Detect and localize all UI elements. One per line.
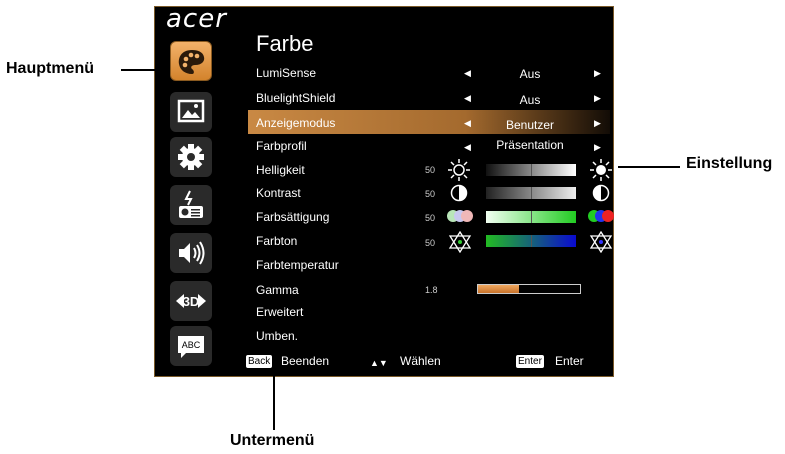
row-kontrast[interactable]: Kontrast bbox=[256, 186, 301, 200]
left-arrow-icon[interactable]: ◀ bbox=[464, 66, 471, 80]
left-arrow-icon[interactable]: ◀ bbox=[464, 140, 471, 154]
hexagram-icon bbox=[589, 231, 613, 253]
row-farbton[interactable]: Farbton bbox=[256, 234, 297, 248]
gamma-number: 1.8 bbox=[425, 285, 438, 295]
projector-power-icon bbox=[179, 190, 203, 218]
tab-management[interactable] bbox=[170, 185, 212, 225]
helligkeit-number: 50 bbox=[425, 165, 436, 175]
kontrast-slider[interactable] bbox=[486, 187, 576, 199]
lumisense-value: Aus bbox=[519, 67, 541, 81]
enter-label: Enter bbox=[555, 354, 584, 368]
farbsaettigung-number: 50 bbox=[425, 213, 436, 223]
callout-line-main-menu bbox=[121, 69, 167, 71]
right-arrow-icon[interactable]: ▶ bbox=[594, 116, 601, 130]
gear-icon bbox=[178, 144, 204, 170]
callout-line-setting bbox=[618, 166, 680, 168]
back-label: Beenden bbox=[281, 354, 330, 368]
contrast-icon bbox=[450, 184, 468, 202]
right-arrow-icon[interactable]: ▶ bbox=[594, 66, 601, 80]
helligkeit-slider[interactable] bbox=[486, 164, 576, 176]
brand-logo: acer bbox=[166, 4, 227, 34]
callout-main-menu: Hauptmenü bbox=[6, 60, 94, 77]
menu-title: Farbe bbox=[256, 31, 314, 56]
color-circles-icon bbox=[588, 210, 614, 222]
select-label: Wählen bbox=[400, 354, 441, 368]
sun-filled-icon bbox=[590, 159, 612, 181]
tab-settings[interactable] bbox=[170, 137, 212, 177]
color-circles-pale-icon bbox=[447, 210, 473, 222]
up-down-arrows-icon: ▲▼ bbox=[370, 358, 388, 368]
anzeigemodus-value: Benutzer bbox=[505, 118, 555, 132]
3d-label: 3D bbox=[183, 294, 200, 309]
left-arrow-icon[interactable]: ◀ bbox=[464, 91, 471, 105]
row-anzeigemodus[interactable]: Anzeigemodus bbox=[256, 116, 335, 130]
row-gamma[interactable]: Gamma bbox=[256, 283, 299, 297]
farbsaettigung-slider[interactable] bbox=[486, 211, 576, 223]
row-umben[interactable]: Umben. bbox=[256, 329, 298, 343]
tab-3d[interactable]: 3D bbox=[170, 281, 212, 321]
left-arrow-icon[interactable]: ◀ bbox=[464, 116, 471, 130]
row-erweitert[interactable]: Erweitert bbox=[256, 305, 303, 319]
bluelightshield-value: Aus bbox=[519, 93, 541, 107]
row-farbsaettigung[interactable]: Farbsättigung bbox=[256, 210, 329, 224]
right-arrow-icon[interactable]: ▶ bbox=[594, 91, 601, 105]
tab-image[interactable] bbox=[170, 92, 212, 132]
tab-color[interactable] bbox=[170, 41, 212, 81]
row-bluelightshield[interactable]: BluelightShield bbox=[256, 91, 335, 105]
hexagram-icon bbox=[448, 231, 472, 253]
row-farbtemperatur[interactable]: Farbtemperatur bbox=[256, 258, 339, 272]
contrast-icon bbox=[592, 184, 610, 202]
gamma-slider[interactable] bbox=[477, 284, 581, 294]
speaker-icon bbox=[179, 241, 205, 265]
farbton-number: 50 bbox=[425, 238, 436, 248]
enter-key[interactable]: Enter bbox=[516, 355, 544, 368]
palette-icon bbox=[178, 50, 205, 74]
language-icon: ABC bbox=[178, 336, 204, 358]
back-key[interactable]: Back bbox=[246, 355, 273, 368]
farbton-slider[interactable] bbox=[486, 235, 576, 247]
image-icon bbox=[177, 99, 205, 123]
row-farbprofil[interactable]: Farbprofil bbox=[256, 139, 307, 153]
callout-submenu: Untermenü bbox=[230, 432, 315, 449]
language-label: ABC bbox=[182, 340, 201, 350]
callout-setting: Einstellung bbox=[686, 155, 773, 172]
row-lumisense[interactable]: LumiSense bbox=[256, 66, 316, 80]
right-arrow-icon[interactable]: ▶ bbox=[594, 140, 601, 154]
kontrast-number: 50 bbox=[425, 189, 436, 199]
row-helligkeit[interactable]: Helligkeit bbox=[256, 163, 305, 177]
gamma-fill bbox=[478, 285, 519, 293]
tab-audio[interactable] bbox=[170, 233, 212, 273]
sun-outline-icon bbox=[448, 159, 470, 181]
callout-line-submenu bbox=[273, 366, 275, 430]
3d-icon: 3D bbox=[176, 294, 206, 309]
farbprofil-value: Präsentation bbox=[496, 138, 564, 152]
tab-language[interactable]: ABC bbox=[170, 326, 212, 366]
